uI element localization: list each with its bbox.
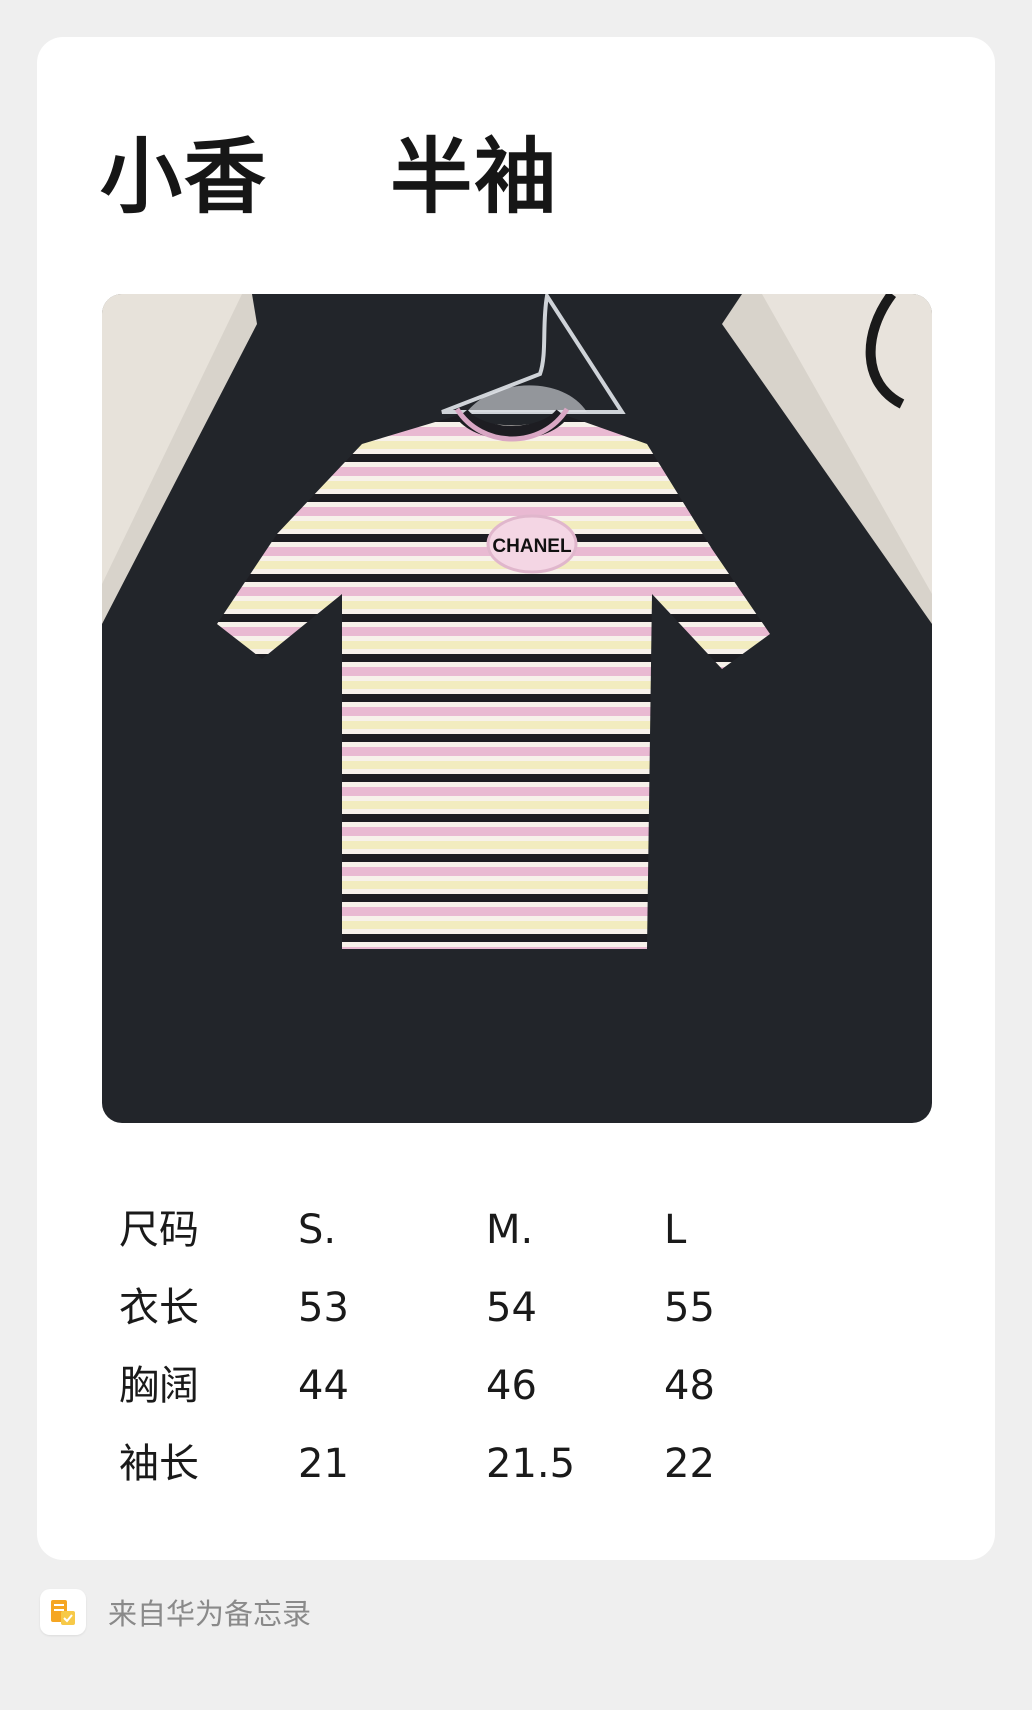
row-value-m: 46 <box>486 1363 537 1409</box>
row-value-l: 55 <box>664 1285 715 1331</box>
row-label: 袖长 <box>119 1441 199 1487</box>
row-label: 胸阔 <box>119 1363 199 1409</box>
header-label: 尺码 <box>119 1207 199 1253</box>
row-value-s: 53 <box>298 1285 349 1331</box>
row-label: 衣长 <box>119 1285 199 1331</box>
header-size-s: S. <box>298 1207 337 1253</box>
row-value-m: 21.5 <box>486 1441 576 1487</box>
notepad-app-icon <box>40 1589 86 1635</box>
row-value-l: 48 <box>664 1363 715 1409</box>
header-size-m: M. <box>486 1207 534 1253</box>
header-size-l: L <box>664 1207 687 1253</box>
note-card: 小香 半袖 CHANEL 尺码 S. M. L 衣长 53 54 55 胸阔 4… <box>37 37 995 1560</box>
row-value-m: 54 <box>486 1285 537 1331</box>
product-photo[interactable]: CHANEL <box>102 294 932 1123</box>
svg-text:CHANEL: CHANEL <box>492 536 572 557</box>
source-label: 来自华为备忘录 <box>108 1597 312 1631</box>
striped-tshirt-image: CHANEL <box>102 294 932 949</box>
row-value-s: 44 <box>298 1363 349 1409</box>
row-value-s: 21 <box>298 1441 349 1487</box>
source-footer[interactable]: 来自华为备忘录 <box>40 1589 311 1635</box>
row-value-l: 22 <box>664 1441 715 1487</box>
note-title: 小香 半袖 <box>100 130 559 225</box>
